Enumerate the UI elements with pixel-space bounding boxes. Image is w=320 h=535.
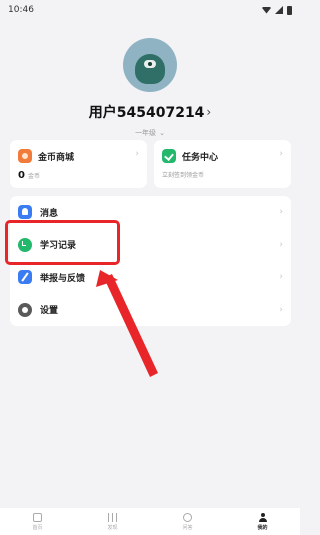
clock-icon [18, 237, 32, 252]
nav-tab-qa[interactable]: 问答 [150, 508, 225, 535]
coin-store-title: 金币商城 [38, 152, 75, 163]
task-subtitle: 立刻签到领金币 [162, 172, 205, 179]
chevron-down-icon: ⌄ [159, 129, 165, 137]
task-check-icon [162, 149, 176, 163]
menu-list: 消息 › 学习记录 › 举报与反馈 › 设置 › [10, 196, 291, 326]
menu-item-messages[interactable]: 消息 › [10, 196, 291, 229]
bell-icon [18, 205, 32, 220]
nav-label: 发现 [107, 524, 118, 531]
task-center-title-row: 任务中心 [162, 149, 218, 163]
chevron-right-icon: › [279, 149, 283, 159]
task-center-card[interactable]: 任务中心 › 立刻签到领金币 [154, 140, 291, 188]
avatar-character [135, 54, 165, 84]
status-time: 10:46 [8, 5, 34, 15]
menu-item-label: 举报与反馈 [40, 273, 86, 284]
nav-label: 问答 [182, 524, 193, 531]
username: 用户545407214 [88, 105, 205, 121]
coin-store-card[interactable]: 金币商城 › 0 金币 [10, 140, 147, 188]
avatar[interactable] [123, 38, 177, 92]
coin-store-title-row: 金币商城 [18, 149, 74, 163]
profile-header: 用户545407214 › 一年级 ⌄ [0, 38, 300, 138]
username-row[interactable]: 用户545407214 › [0, 102, 300, 122]
status-icons [262, 5, 292, 15]
menu-item-study-records[interactable]: 学习记录 › [10, 229, 291, 262]
signal-icon [275, 6, 283, 14]
chevron-right-icon: › [135, 149, 139, 159]
nav-tab-home[interactable]: 首页 [0, 508, 75, 535]
coin-balance: 0 金币 [18, 170, 40, 181]
coin-count: 0 [18, 170, 25, 181]
chevron-right-icon: › [279, 207, 283, 218]
home-icon [33, 512, 42, 522]
chevron-right-icon: › [279, 304, 283, 315]
nav-label: 首页 [32, 524, 43, 531]
coin-unit: 金币 [27, 173, 40, 180]
grade-selector[interactable]: 一年级 ⌄ [0, 128, 300, 138]
chat-icon [183, 512, 192, 522]
chevron-right-icon: › [206, 105, 212, 119]
avatar-eye [144, 60, 156, 68]
menu-item-label: 学习记录 [40, 241, 77, 252]
menu-item-label: 消息 [40, 208, 59, 219]
menu-item-label: 设置 [40, 306, 59, 317]
bars-icon [108, 512, 117, 522]
nav-tab-discover[interactable]: 发现 [75, 508, 150, 535]
chevron-right-icon: › [279, 272, 283, 283]
store-icon [18, 149, 32, 163]
bottom-nav: 首页 发现 问答 我的 [0, 508, 300, 535]
user-icon [258, 512, 267, 522]
status-bar: 10:46 [0, 0, 300, 20]
wifi-icon [262, 6, 271, 14]
task-subtitle-row: 立刻签到领金币 [162, 170, 204, 179]
menu-item-report-feedback[interactable]: 举报与反馈 › [10, 261, 291, 294]
report-icon [18, 270, 32, 285]
task-center-title: 任务中心 [182, 152, 219, 163]
nav-tab-me[interactable]: 我的 [225, 508, 300, 535]
grade-label: 一年级 [135, 129, 157, 137]
menu-item-settings[interactable]: 设置 › [10, 294, 291, 327]
gear-icon [18, 302, 32, 317]
battery-icon [287, 5, 292, 15]
chevron-right-icon: › [279, 239, 283, 250]
nav-label: 我的 [257, 524, 268, 531]
